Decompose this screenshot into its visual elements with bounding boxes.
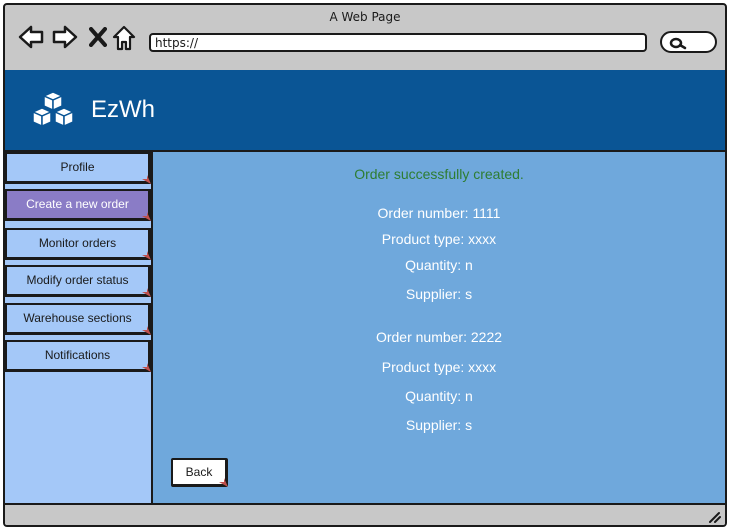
search-icon	[669, 37, 687, 50]
resize-grip-icon[interactable]	[707, 511, 721, 523]
sidebar-item-warehouse-sections[interactable]: Warehouse sections	[5, 303, 151, 335]
quantity: Quantity: n	[405, 388, 473, 404]
sidebar-item-profile[interactable]: Profile	[5, 152, 151, 184]
product-type: Product type: xxxx	[381, 231, 497, 247]
corner-marker-icon	[142, 251, 151, 260]
main-content: Order successfully created. Order number…	[153, 150, 725, 503]
supplier: Supplier: s	[405, 286, 473, 302]
forward-arrow-icon[interactable]	[52, 25, 78, 49]
search-button[interactable]	[660, 31, 717, 53]
cubes-icon	[29, 90, 77, 134]
app-title: EzWh	[91, 96, 156, 123]
corner-marker-icon	[142, 363, 151, 372]
sidebar-item-label: Monitor orders	[38, 236, 117, 250]
corner-marker-icon	[142, 326, 151, 335]
window-title: A Web Page	[329, 10, 401, 24]
success-message: Order successfully created.	[354, 166, 524, 182]
back-button-label: Back	[185, 465, 213, 479]
close-icon[interactable]	[89, 27, 107, 47]
sidebar-item-modify-order-status[interactable]: Modify order status	[5, 265, 151, 297]
status-bar	[5, 503, 725, 525]
corner-marker-icon	[219, 478, 228, 487]
product-type: Product type: xxxx	[381, 359, 497, 375]
home-icon[interactable]	[112, 25, 136, 51]
sidebar-item-monitor-orders[interactable]: Monitor orders	[5, 228, 151, 260]
sidebar-item-notifications[interactable]: Notifications	[5, 340, 151, 372]
back-arrow-icon[interactable]	[18, 25, 44, 49]
quantity: Quantity: n	[405, 257, 473, 273]
sidebar-item-label: Notifications	[44, 348, 111, 362]
sidebar-item-label: Modify order status	[26, 273, 129, 287]
corner-marker-icon	[142, 175, 151, 184]
browser-window: A Web Page https:// EzWh Profile Create …	[3, 3, 727, 527]
url-input[interactable]: https://	[149, 33, 647, 52]
supplier: Supplier: s	[405, 417, 473, 433]
corner-marker-icon	[142, 212, 151, 221]
sidebar-item-label: Profile	[60, 160, 95, 174]
sidebar-item-create-order[interactable]: Create a new order	[5, 189, 151, 221]
order-number: Order number: 1111	[377, 205, 501, 221]
sidebar-item-label: Create a new order	[26, 197, 129, 211]
sidebar-item-label: Warehouse sections	[23, 311, 132, 325]
corner-marker-icon	[142, 288, 151, 297]
back-button[interactable]: Back	[171, 458, 228, 487]
sidebar: Profile Create a new order Monitor order…	[5, 150, 153, 503]
order-number: Order number: 2222	[375, 329, 503, 345]
app-header: EzWh	[5, 70, 725, 150]
